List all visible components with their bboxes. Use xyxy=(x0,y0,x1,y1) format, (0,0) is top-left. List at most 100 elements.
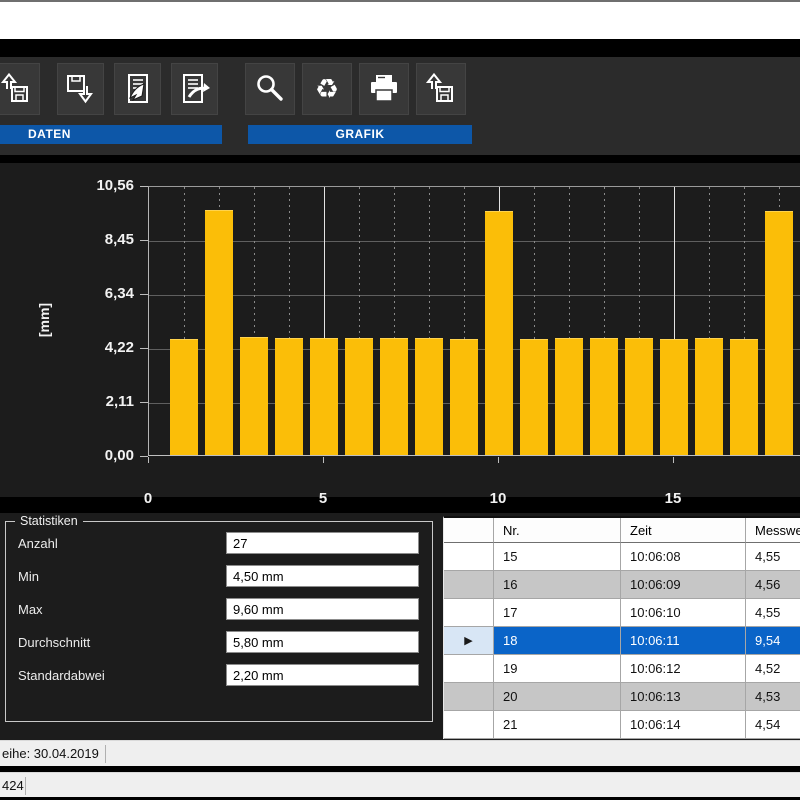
cell-messwert[interactable]: 4,55 xyxy=(746,543,800,571)
chart-bar xyxy=(310,338,338,455)
gridline-horizontal xyxy=(149,241,800,242)
row-header-cell[interactable] xyxy=(444,711,494,739)
row-header-cell[interactable] xyxy=(444,599,494,627)
toolbar-button-save-data[interactable] xyxy=(57,63,104,115)
stat-input-standardabweichung[interactable] xyxy=(226,664,419,686)
stat-input-anzahl[interactable] xyxy=(226,532,419,554)
x-tick-label: 5 xyxy=(306,490,340,507)
chart-bar xyxy=(660,339,688,455)
stat-label-min: Min xyxy=(18,567,39,587)
y-tick-mark xyxy=(140,456,148,457)
cell-messwert[interactable]: 4,55 xyxy=(746,599,800,627)
table-row[interactable]: 2010:06:134,53 xyxy=(444,683,800,711)
cell-nr[interactable]: 19 xyxy=(494,655,621,683)
table-header-row: Nr.ZeitMesswert xyxy=(444,518,800,543)
chart-bar xyxy=(380,338,408,455)
cell-zeit[interactable]: 10:06:08 xyxy=(621,543,746,571)
cell-zeit[interactable]: 10:06:11 xyxy=(621,627,746,655)
y-tick-mark xyxy=(140,240,148,241)
chart-bar xyxy=(485,211,513,455)
chart-bar xyxy=(520,339,548,455)
statistics-title: Statistiken xyxy=(15,514,83,529)
cell-nr[interactable]: 18 xyxy=(494,627,621,655)
chart-bar xyxy=(730,339,758,455)
chart-bar xyxy=(345,338,373,455)
y-tick-label: 2,11 xyxy=(0,393,134,411)
chart-bar xyxy=(555,338,583,455)
x-tick-mark xyxy=(498,457,499,463)
cell-messwert[interactable]: 4,54 xyxy=(746,711,800,739)
cell-zeit[interactable]: 10:06:12 xyxy=(621,655,746,683)
row-header-cell[interactable] xyxy=(444,571,494,599)
toolbar-button-load-data[interactable] xyxy=(0,63,40,115)
stat-input-durchschnitt[interactable] xyxy=(226,631,419,653)
statusbar-separator xyxy=(105,745,106,763)
gridline-horizontal xyxy=(149,295,800,296)
cell-zeit[interactable]: 10:06:09 xyxy=(621,571,746,599)
toolbar-button-zoom-graph[interactable] xyxy=(245,63,295,115)
row-header-cell[interactable] xyxy=(444,655,494,683)
table-row[interactable]: 1510:06:084,55 xyxy=(444,543,800,571)
table-row[interactable]: ▶1810:06:119,54 xyxy=(444,627,800,655)
chart-bar xyxy=(450,339,478,455)
cell-zeit[interactable]: 10:06:14 xyxy=(621,711,746,739)
cell-messwert[interactable]: 4,56 xyxy=(746,571,800,599)
y-tick-label: 0,00 xyxy=(0,447,134,465)
cell-zeit[interactable]: 10:06:13 xyxy=(621,683,746,711)
cell-nr[interactable]: 16 xyxy=(494,571,621,599)
stat-label-anzahl: Anzahl xyxy=(18,534,58,554)
cell-messwert[interactable]: 9,54 xyxy=(746,627,800,655)
statusbar-device-text: 424 xyxy=(0,778,24,793)
x-tick-label: 15 xyxy=(656,490,690,507)
cell-nr[interactable]: 15 xyxy=(494,543,621,571)
chart-bar xyxy=(170,339,198,455)
toolbar: ♻ DATEN GRAFIK xyxy=(0,57,800,155)
window-titlebar-area xyxy=(0,2,800,39)
floppy-arrow-up-icon xyxy=(0,72,34,106)
toolbar-button-export-graph[interactable] xyxy=(416,63,466,115)
app-window: ♻ DATEN GRAFIK [mm] 0,002,114,226,348, xyxy=(0,0,800,800)
row-header-cell[interactable] xyxy=(444,543,494,571)
chart-bar xyxy=(695,338,723,455)
y-tick-label: 4,22 xyxy=(0,339,134,357)
chart-bar xyxy=(590,338,618,455)
plot-area xyxy=(148,186,800,456)
y-tick-label: 8,45 xyxy=(0,231,134,249)
cell-nr[interactable]: 20 xyxy=(494,683,621,711)
y-tick-mark xyxy=(140,294,148,295)
recycle-icon: ♻ xyxy=(315,76,339,103)
cell-nr[interactable]: 21 xyxy=(494,711,621,739)
document-export-icon xyxy=(177,72,213,106)
toolbar-button-refresh-graph[interactable]: ♻ xyxy=(302,63,352,115)
table-row[interactable]: 1610:06:094,56 xyxy=(444,571,800,599)
cell-zeit[interactable]: 10:06:10 xyxy=(621,599,746,627)
table-row[interactable]: 1710:06:104,55 xyxy=(444,599,800,627)
chart-bar xyxy=(240,337,268,455)
stat-label-max: Max xyxy=(18,600,43,620)
bottom-section: Statistiken AnzahlMinMaxDurchschnittStan… xyxy=(0,513,800,740)
row-header-cell[interactable]: ▶ xyxy=(444,627,494,655)
statusbar-series-text: eihe: 30.04.2019 xyxy=(0,746,99,761)
document-import-icon xyxy=(120,72,156,106)
x-tick-label: 10 xyxy=(481,490,515,507)
row-header-cell[interactable] xyxy=(444,683,494,711)
column-header-messwert[interactable]: Messwert xyxy=(746,518,800,543)
cell-nr[interactable]: 17 xyxy=(494,599,621,627)
cell-messwert[interactable]: 4,52 xyxy=(746,655,800,683)
stat-input-max[interactable] xyxy=(226,598,419,620)
toolbar-button-print-graph[interactable] xyxy=(359,63,409,115)
chart-bar xyxy=(625,338,653,455)
column-header-zeit[interactable]: Zeit xyxy=(621,518,746,543)
magnifier-icon xyxy=(252,72,288,106)
stat-label-durchschnitt: Durchschnitt xyxy=(18,633,90,653)
cell-messwert[interactable]: 4,53 xyxy=(746,683,800,711)
separator-band-top xyxy=(0,39,800,57)
column-header-nr[interactable]: Nr. xyxy=(494,518,621,543)
x-tick-mark xyxy=(323,457,324,463)
table-row[interactable]: 2110:06:144,54 xyxy=(444,711,800,739)
stat-input-min[interactable] xyxy=(226,565,419,587)
toolbar-button-export-data[interactable] xyxy=(171,63,218,115)
statusbar-separator xyxy=(25,777,26,795)
toolbar-button-import-data[interactable] xyxy=(114,63,161,115)
table-row[interactable]: 1910:06:124,52 xyxy=(444,655,800,683)
